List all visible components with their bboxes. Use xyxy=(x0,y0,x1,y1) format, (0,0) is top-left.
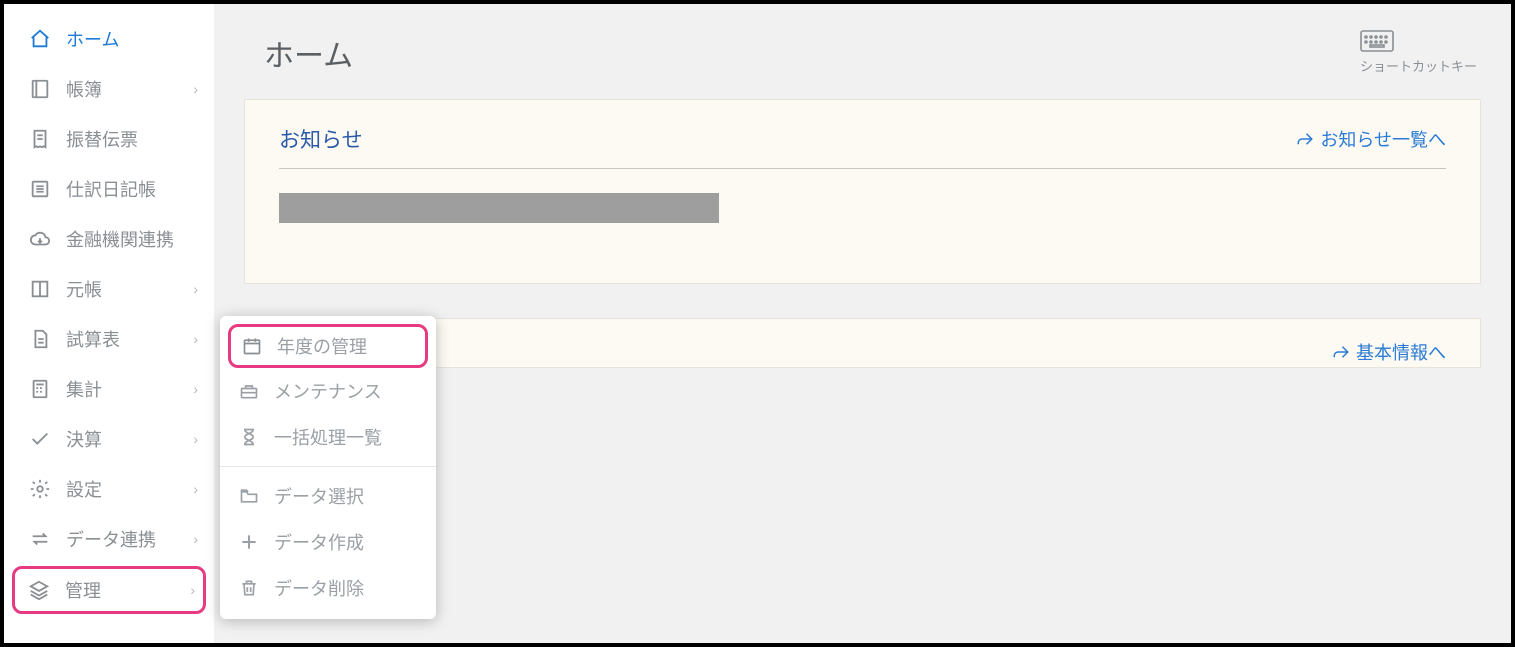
list-icon xyxy=(28,178,52,200)
sidebar-item-bank-link[interactable]: 金融機関連携 xyxy=(4,214,214,264)
sidebar-item-label: 管理 xyxy=(65,577,101,603)
chevron-right-icon: › xyxy=(193,281,198,297)
trash-icon xyxy=(238,578,260,598)
sidebar-item-books[interactable]: 帳簿 › xyxy=(4,64,214,114)
sidebar-item-transfer-slip[interactable]: 振替伝票 xyxy=(4,114,214,164)
book-icon xyxy=(28,78,52,100)
sidebar-item-label: 集計 xyxy=(66,376,102,402)
shortcut-label: ショートカットキー xyxy=(1360,59,1477,74)
chevron-right-icon: › xyxy=(193,531,198,547)
document-icon xyxy=(28,328,52,350)
sidebar-item-label: 決算 xyxy=(66,426,102,452)
sidebar-item-ledger[interactable]: 元帳 › xyxy=(4,264,214,314)
basic-info-label: 基本情報へ xyxy=(1356,339,1446,365)
folder-open-icon xyxy=(238,486,260,506)
page-title: ホーム xyxy=(264,31,353,75)
submenu-item-data-delete[interactable]: データ削除 xyxy=(220,565,436,611)
submenu-item-maintenance[interactable]: メンテナンス xyxy=(220,368,436,414)
layers-icon xyxy=(27,579,51,601)
submenu-label: メンテナンス xyxy=(274,378,382,404)
toolbox-icon xyxy=(238,381,260,401)
receipt-icon xyxy=(28,128,52,150)
chevron-right-icon: › xyxy=(193,81,198,97)
columns-icon xyxy=(28,278,52,300)
main-header: ホーム ショートカットキー xyxy=(244,24,1481,99)
calculator-icon xyxy=(28,378,52,400)
sidebar-item-label: 元帳 xyxy=(66,276,102,302)
sidebar-item-label: 仕訳日記帳 xyxy=(66,176,156,202)
sidebar-item-trial-balance[interactable]: 試算表 › xyxy=(4,314,214,364)
sidebar-item-label: 設定 xyxy=(66,476,102,502)
chevron-right-icon: › xyxy=(193,481,198,497)
shortcut-key-button[interactable]: ショートカットキー xyxy=(1360,30,1477,75)
sidebar-item-label: 金融機関連携 xyxy=(66,226,174,252)
check-icon xyxy=(28,428,52,450)
plus-icon xyxy=(238,532,260,552)
submenu-item-data-select[interactable]: データ選択 xyxy=(220,473,436,519)
chevron-right-icon: › xyxy=(193,331,198,347)
admin-submenu: 年度の管理 メンテナンス 一括処理一覧 データ選択 データ作成 データ削除 xyxy=(220,316,436,619)
sidebar-item-label: ホーム xyxy=(66,26,119,52)
chevron-right-icon: › xyxy=(193,431,198,447)
sidebar-item-label: 振替伝票 xyxy=(66,126,138,152)
notice-link-label: お知らせ一覧へ xyxy=(1320,126,1446,152)
submenu-label: データ削除 xyxy=(274,575,364,601)
sidebar-item-data-sync[interactable]: データ連携 › xyxy=(4,514,214,564)
sync-icon xyxy=(28,528,52,550)
cloud-download-icon xyxy=(28,228,52,250)
keyboard-icon xyxy=(1360,30,1477,52)
share-arrow-icon xyxy=(1332,343,1350,361)
sidebar-item-journal[interactable]: 仕訳日記帳 xyxy=(4,164,214,214)
calendar-icon xyxy=(241,336,263,356)
sidebar-item-label: データ連携 xyxy=(66,526,156,552)
notice-title: お知らせ xyxy=(279,124,363,154)
submenu-item-batch-list[interactable]: 一括処理一覧 xyxy=(220,414,436,460)
sidebar: ホーム 帳簿 › 振替伝票 仕訳日記帳 金融機関連携 xyxy=(4,4,214,643)
sidebar-item-label: 試算表 xyxy=(66,326,120,352)
notice-list-link[interactable]: お知らせ一覧へ xyxy=(1296,126,1446,152)
chevron-right-icon: › xyxy=(193,381,198,397)
submenu-item-year-management[interactable]: 年度の管理 xyxy=(228,324,428,368)
sidebar-item-aggregate[interactable]: 集計 › xyxy=(4,364,214,414)
basic-info-link[interactable]: 基本情報へ xyxy=(1332,339,1446,365)
hourglass-icon xyxy=(238,427,260,447)
gear-icon xyxy=(28,478,52,500)
submenu-label: データ作成 xyxy=(274,529,364,555)
submenu-label: 年度の管理 xyxy=(277,333,367,359)
submenu-item-data-create[interactable]: データ作成 xyxy=(220,519,436,565)
submenu-separator xyxy=(220,466,436,467)
share-arrow-icon xyxy=(1296,130,1314,148)
notice-panel: お知らせ お知らせ一覧へ xyxy=(244,99,1481,284)
home-icon xyxy=(28,28,52,50)
sidebar-item-label: 帳簿 xyxy=(66,76,102,102)
sidebar-item-settings[interactable]: 設定 › xyxy=(4,464,214,514)
sidebar-item-admin[interactable]: 管理 › xyxy=(12,566,206,614)
redacted-content xyxy=(279,193,719,223)
chevron-right-icon: › xyxy=(190,582,195,598)
submenu-label: データ選択 xyxy=(274,483,364,509)
submenu-label: 一括処理一覧 xyxy=(274,424,382,450)
sidebar-item-closing[interactable]: 決算 › xyxy=(4,414,214,464)
sidebar-item-home[interactable]: ホーム xyxy=(4,14,214,64)
